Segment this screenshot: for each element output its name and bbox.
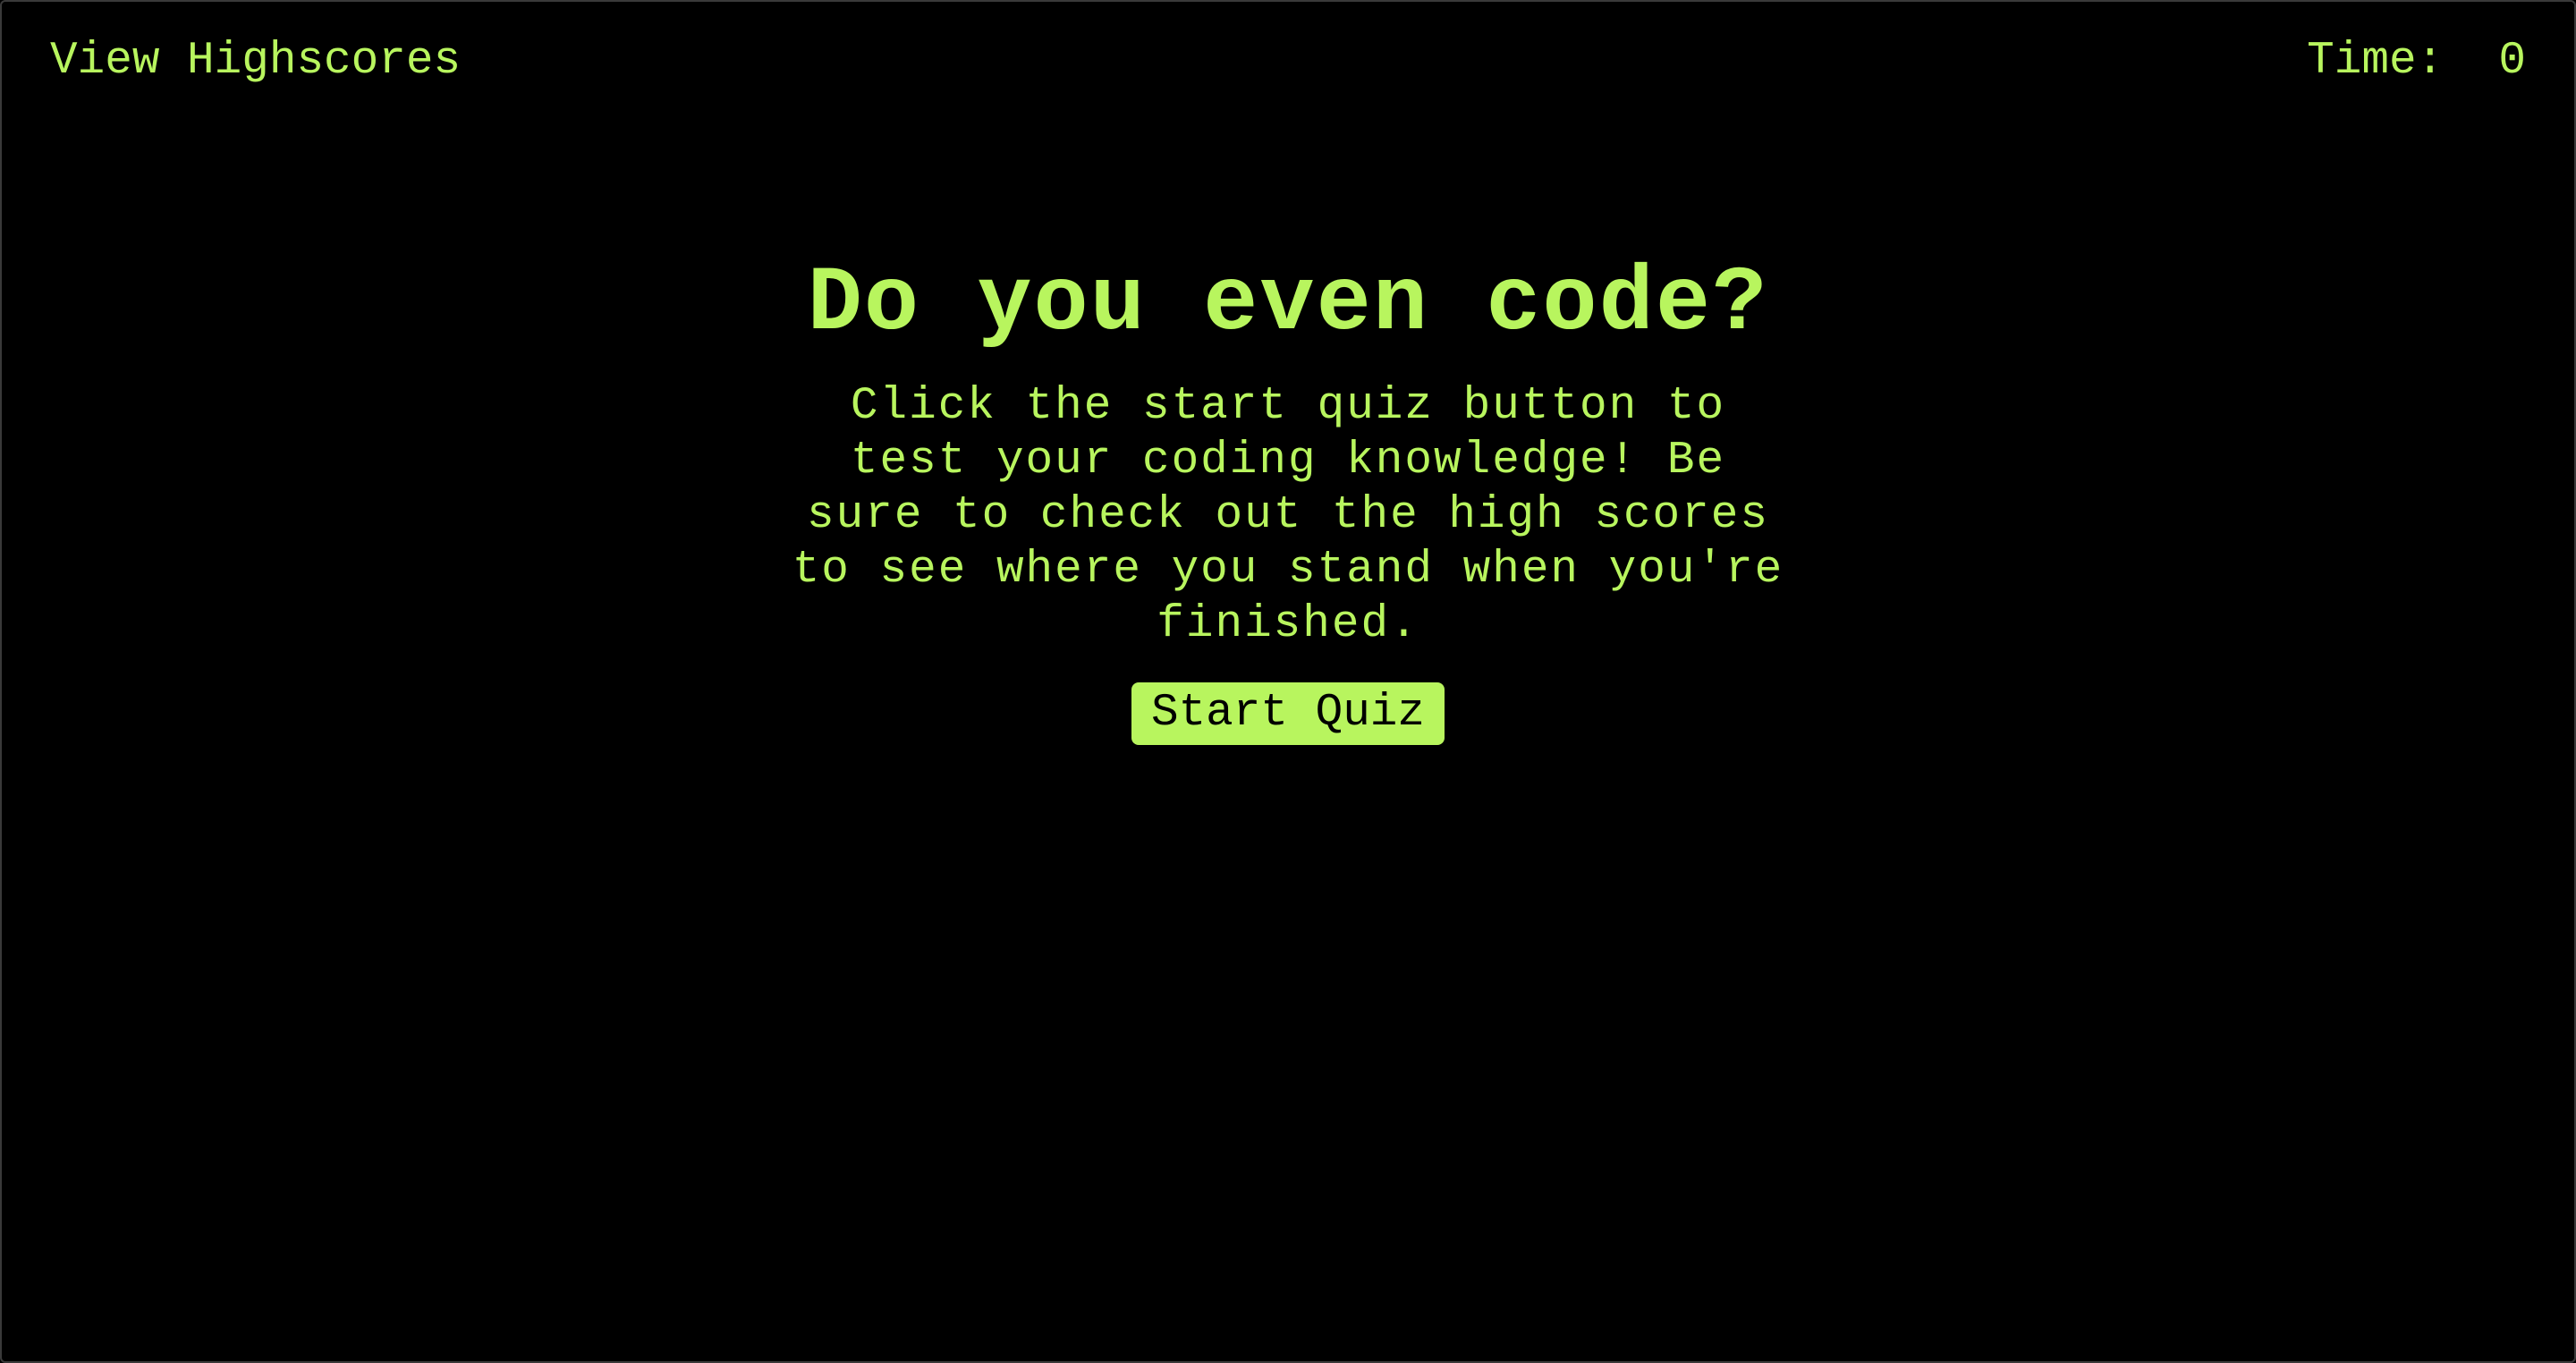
timer-value: 0 bbox=[2498, 36, 2526, 87]
start-quiz-button[interactable]: Start Quiz bbox=[1131, 682, 1445, 745]
timer-label: Time: bbox=[2307, 36, 2445, 87]
top-bar: View Highscores Time: 0 bbox=[0, 0, 2576, 125]
timer: Time: 0 bbox=[2307, 34, 2526, 89]
view-highscores-link[interactable]: View Highscores bbox=[50, 34, 461, 89]
intro-description: Click the start quiz button to test your… bbox=[792, 381, 1784, 650]
page-title: Do you even code? bbox=[807, 252, 1769, 356]
quiz-intro: Do you even code? Click the start quiz b… bbox=[0, 250, 2576, 745]
